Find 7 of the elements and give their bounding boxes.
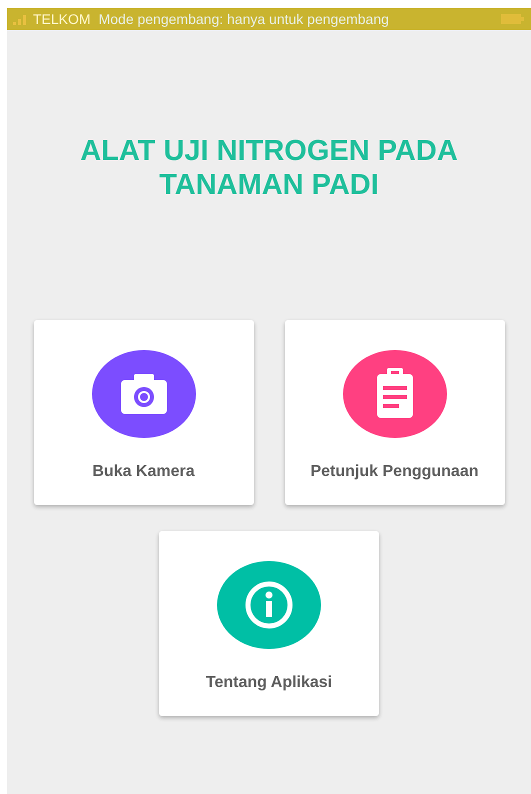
app-title: ALAT UJI NITROGEN PADA TANAMAN PADI <box>79 134 459 202</box>
menu-card[interactable]: Petunjuk Penggunaan <box>284 320 504 505</box>
menu-card[interactable]: Buka Kamera <box>34 320 254 505</box>
menu-card[interactable]: Tentang Aplikasi <box>159 531 379 716</box>
signal-icon <box>13 13 29 25</box>
developer-mode-notice: Mode pengembang: hanya untuk pengembang <box>98 11 389 27</box>
carrier-name: TELKOM <box>33 11 91 27</box>
